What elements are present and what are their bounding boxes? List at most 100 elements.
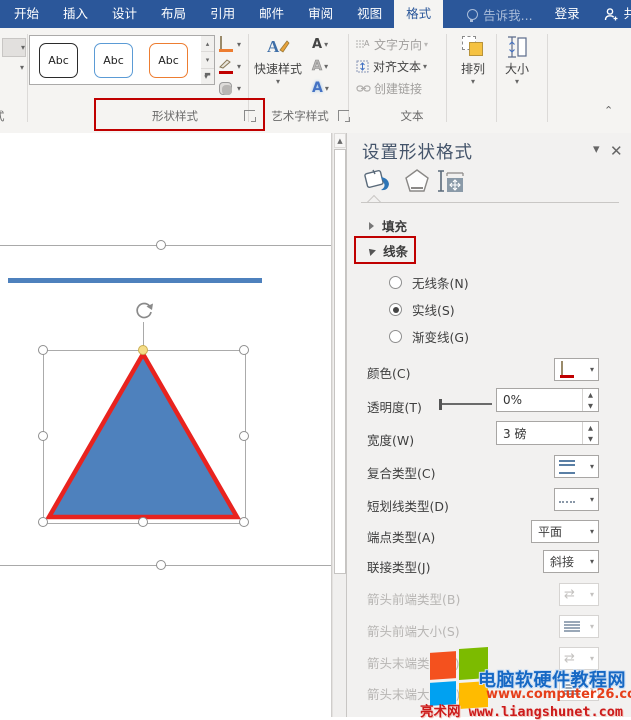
transparency-label: 透明度(T) xyxy=(367,397,422,416)
no-line-option[interactable]: 无线条(N) xyxy=(389,273,469,292)
shape-style-preset-black[interactable]: Abc xyxy=(39,43,78,78)
gallery-more-button[interactable]: ▬▾ xyxy=(201,69,214,84)
tab-format-active[interactable]: 格式 xyxy=(394,0,443,28)
triangle-shape[interactable] xyxy=(38,345,250,527)
wordart-styles-group-label: 艺术字样式 xyxy=(264,108,336,124)
dash-type-button[interactable]: ▾ xyxy=(554,488,599,511)
text-direction-button[interactable]: A 文字方向▾ xyxy=(356,35,428,53)
resize-handle-top-right[interactable] xyxy=(239,345,249,355)
quick-styles-button[interactable]: A 快速样式 ▾ xyxy=(252,34,304,86)
width-label: 宽度(W) xyxy=(367,430,414,449)
group-separator xyxy=(348,34,349,122)
tab-design[interactable]: 设计 xyxy=(100,0,149,28)
gallery-scroll-up[interactable]: ▴ xyxy=(201,36,214,52)
line-width-value: 3 磅 xyxy=(497,425,582,442)
pane-title: 设置形状格式 xyxy=(362,139,473,164)
align-text-button[interactable]: 对齐文本▾ xyxy=(356,57,427,75)
spin-down-icon[interactable]: ▼ xyxy=(583,400,598,411)
text-effects-icon: A xyxy=(312,80,323,96)
rotate-handle-icon[interactable] xyxy=(133,301,155,321)
line-width-field[interactable]: 3 磅 ▲▼ xyxy=(496,421,599,445)
wordart-quick-styles-icon: A xyxy=(265,34,291,60)
collapse-ribbon-button[interactable]: ⌃ xyxy=(604,104,613,117)
spin-up-icon[interactable]: ▲ xyxy=(583,389,598,400)
pane-close-icon[interactable]: ✕ xyxy=(610,142,623,160)
shape-style-preset-orange[interactable]: Abc xyxy=(149,43,188,78)
document-canvas[interactable] xyxy=(0,133,346,717)
tab-references[interactable]: 引用 xyxy=(198,0,247,28)
shape-fill-button[interactable]: ▾ xyxy=(218,35,241,53)
arrow-begin-size-button: ▾ xyxy=(559,615,599,638)
compound-type-button[interactable]: ▾ xyxy=(554,455,599,478)
resize-handle-top-left[interactable] xyxy=(38,345,48,355)
effects-tab-icon[interactable] xyxy=(403,167,431,195)
size-button[interactable]: 大小 ▾ xyxy=(498,34,536,86)
fill-section-header[interactable]: 填充 xyxy=(369,216,407,235)
share-button[interactable]: 共享 xyxy=(592,0,631,28)
pane-options-chevron-icon[interactable]: ▾ xyxy=(593,142,600,157)
layout-properties-tab-icon[interactable] xyxy=(437,167,467,195)
resize-handle-bottom-left[interactable] xyxy=(38,517,48,527)
cap-type-combo[interactable]: 平面 ▾ xyxy=(531,520,599,543)
transparency-slider-track[interactable] xyxy=(442,403,492,405)
resize-handle-mid-left[interactable] xyxy=(38,431,48,441)
tab-mailings[interactable]: 邮件 xyxy=(247,0,296,28)
tab-insert[interactable]: 插入 xyxy=(51,0,100,28)
text-fill-button[interactable]: A▾ xyxy=(312,35,328,53)
quick-styles-label: 快速样式 xyxy=(254,60,302,77)
width-spinner[interactable]: ▲▼ xyxy=(582,422,598,444)
resize-handle-bottom-mid[interactable] xyxy=(138,517,148,527)
group-separator xyxy=(496,34,497,122)
document-scrollbar[interactable]: ▲ xyxy=(332,133,347,717)
canvas-top-handle[interactable] xyxy=(156,240,166,250)
tell-me-box[interactable]: 告诉我... xyxy=(457,0,542,28)
color-label: 颜色(C) xyxy=(367,363,410,382)
canvas-bottom-handle[interactable] xyxy=(156,560,166,570)
transparency-spinner[interactable]: ▲▼ xyxy=(582,389,598,411)
arrow-end-type-button: ⇄▾ xyxy=(559,647,599,670)
shape-style-preset-blue[interactable]: Abc xyxy=(94,43,133,78)
insert-shape-scroll-up-button[interactable]: ▾ xyxy=(2,38,26,57)
scrollbar-thumb[interactable] xyxy=(334,149,346,574)
wordart-styles-dialog-launcher[interactable] xyxy=(338,110,349,121)
tell-me-label: 告诉我... xyxy=(483,5,532,24)
scroll-up-button[interactable]: ▲ xyxy=(334,133,346,148)
line-color-button[interactable]: ▾ xyxy=(554,358,599,381)
arrow-end-size-label: 箭头末端大小(Z) xyxy=(367,684,460,703)
text-effects-button[interactable]: A▾ xyxy=(312,79,329,97)
radio-unchecked-icon[interactable] xyxy=(389,330,402,343)
gradient-line-option[interactable]: 渐变线(G) xyxy=(389,327,469,346)
insert-shape-scroll-down-button[interactable]: ▾ xyxy=(2,59,24,76)
fill-line-tab-icon[interactable] xyxy=(363,167,393,195)
resize-handle-bottom-right[interactable] xyxy=(239,517,249,527)
solid-line-option[interactable]: 实线(S) xyxy=(389,300,455,319)
adjust-handle-apex[interactable] xyxy=(138,345,148,355)
tab-review[interactable]: 审阅 xyxy=(296,0,345,28)
shape-style-gallery: Abc Abc Abc xyxy=(29,35,203,85)
radio-checked-icon[interactable] xyxy=(389,303,402,316)
tab-home[interactable]: 开始 xyxy=(2,0,51,28)
compound-lines-icon xyxy=(559,460,575,474)
arrows-icon: ⇄ xyxy=(564,651,575,666)
svg-text:A: A xyxy=(364,39,370,48)
radio-unchecked-icon[interactable] xyxy=(389,276,402,289)
spin-up-icon[interactable]: ▲ xyxy=(583,422,598,433)
tab-view[interactable]: 视图 xyxy=(345,0,394,28)
sign-in-button[interactable]: 登录 xyxy=(543,0,592,28)
arrow-end-type-label: 箭头末端类型(E) xyxy=(367,653,460,672)
tab-layout[interactable]: 布局 xyxy=(149,0,198,28)
arrange-button[interactable]: 排列 ▾ xyxy=(452,34,494,86)
create-link-button[interactable]: 创建链接 xyxy=(356,79,422,97)
blue-line-shape[interactable] xyxy=(8,278,262,283)
shape-effects-icon xyxy=(218,81,235,96)
transparency-field[interactable]: 0% ▲▼ xyxy=(496,388,599,412)
join-type-combo[interactable]: 斜接 ▾ xyxy=(543,550,599,573)
spin-down-icon[interactable]: ▼ xyxy=(583,433,598,444)
align-text-icon xyxy=(356,60,370,73)
gallery-scroll-down[interactable]: ▾ xyxy=(201,52,214,68)
resize-handle-mid-right[interactable] xyxy=(239,431,249,441)
size-label: 大小 xyxy=(505,60,529,77)
shape-effects-button[interactable]: ▾ xyxy=(218,79,241,97)
shape-outline-button[interactable]: ▾ xyxy=(218,57,241,75)
text-outline-button[interactable]: A▾ xyxy=(312,57,328,75)
